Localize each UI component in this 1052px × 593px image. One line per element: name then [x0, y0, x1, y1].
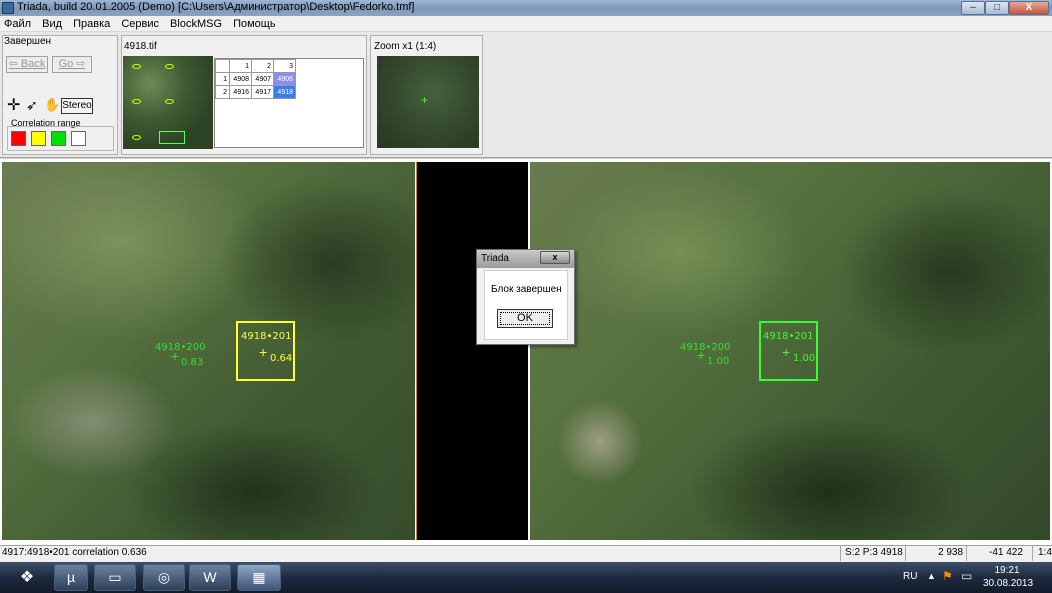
status-scale: 1:4 [1038, 547, 1052, 558]
triada-taskbar-icon[interactable]: ▦ [237, 564, 281, 591]
image-grid-table: 1 2 3 1 4908 4907 4906 2 4916 4917 4918 [215, 59, 296, 99]
pointer-tool-icon[interactable]: ➶ [26, 97, 38, 113]
status-divider [1032, 546, 1033, 561]
point-correlation: 1.00 [707, 356, 730, 367]
point-crosshair-icon[interactable]: + [697, 348, 705, 362]
point-crosshair-icon[interactable]: + [782, 345, 790, 359]
nav-panel-title: Завершен [4, 36, 52, 47]
close-window-button[interactable]: X [1009, 1, 1049, 15]
language-indicator[interactable]: RU [903, 571, 917, 582]
go-label: Go [58, 58, 74, 70]
marker-ring-icon [132, 64, 141, 69]
left-stereo-image[interactable] [2, 162, 415, 540]
clock-date[interactable]: 30.08.2013 [983, 578, 1033, 589]
ok-button[interactable]: OK [497, 309, 553, 328]
menu-service[interactable]: Сервис [117, 16, 163, 30]
status-y-coordinate: -41 422 [989, 547, 1023, 558]
menu-edit[interactable]: Правка [69, 16, 114, 30]
point-correlation: 0.64 [270, 353, 293, 364]
stereo-button[interactable]: Stereo [61, 98, 93, 114]
action-center-flag-icon[interactable]: ⚑ [942, 569, 953, 583]
grid-header-cell: 1 [229, 59, 252, 73]
marker-ring-icon [165, 64, 174, 69]
swatch-green[interactable] [51, 131, 66, 146]
dialog-close-button[interactable]: x [540, 251, 570, 264]
start-button[interactable]: ❖ [4, 564, 50, 592]
maximize-button[interactable]: □ [985, 1, 1009, 15]
grid-cell[interactable]: 4917 [251, 85, 274, 99]
point-label: 4918•201 [763, 331, 814, 342]
point-crosshair-icon[interactable]: + [259, 345, 267, 359]
menu-help[interactable]: Помощь [229, 16, 280, 30]
hand-tool-icon[interactable]: ✋ [44, 97, 60, 113]
thumbnail-title: 4918.tif [124, 41, 157, 52]
menu-view[interactable]: Вид [38, 16, 66, 30]
grid-cell[interactable]: 4916 [229, 85, 252, 99]
status-x-coordinate: 2 938 [938, 547, 964, 558]
image-gap [416, 162, 528, 540]
marker-ring-icon [132, 99, 141, 104]
crosshair-tool-icon[interactable]: ✛ [7, 98, 20, 114]
back-button[interactable]: ⇦ Back [6, 56, 48, 73]
disc-app-taskbar-icon[interactable]: ◎ [143, 564, 185, 591]
status-divider [905, 546, 906, 561]
divider-line [416, 162, 417, 540]
minimize-button[interactable]: – [961, 1, 985, 15]
grid-row-number: 1 [215, 72, 230, 86]
dialog-body [484, 270, 568, 340]
network-icon[interactable]: ▭ [961, 569, 972, 583]
windows-logo-icon: ❖ [19, 569, 35, 586]
grid-header-cell: 2 [251, 59, 274, 73]
grid-cell-active[interactable]: 4918 [273, 85, 296, 99]
dialog-message: Блок завершен [491, 284, 562, 295]
utorrent-taskbar-icon[interactable]: µ [54, 564, 88, 591]
swatch-red[interactable] [11, 131, 26, 146]
go-button[interactable]: Go ⇨ [52, 56, 92, 73]
table-header-row: 1 2 3 [215, 59, 296, 73]
status-divider [966, 546, 967, 561]
word-taskbar-icon[interactable]: W [189, 564, 231, 591]
status-stereo-pair: S:2 P:3 4918 [845, 547, 903, 558]
grid-row-number: 2 [215, 85, 230, 99]
explorer-taskbar-icon[interactable]: ▭ [94, 564, 136, 591]
window-title: Triada, build 20.01.2005 (Demo) [C:\User… [17, 1, 415, 13]
zoom-title: Zoom x1 (1:4) [374, 41, 437, 52]
app-icon [2, 2, 14, 14]
grid-cell[interactable]: 4907 [251, 72, 274, 86]
overview-selection[interactable] [159, 131, 185, 144]
point-crosshair-icon[interactable]: + [171, 349, 179, 363]
menu-bar: Файл Вид Правка Сервис BlockMSG Помощь [0, 16, 1052, 32]
marker-ring-icon [132, 135, 141, 140]
grid-cell[interactable]: 4908 [229, 72, 252, 86]
grid-header-cell [215, 59, 230, 73]
point-correlation: 1.00 [793, 353, 816, 364]
back-label: Back [20, 58, 46, 70]
point-label: 4918•200 [680, 342, 731, 353]
swatch-yellow[interactable] [31, 131, 46, 146]
marker-ring-icon [165, 99, 174, 104]
table-row: 1 4908 4907 4906 [215, 72, 296, 86]
tray-expand-icon[interactable]: ▲ [927, 571, 936, 581]
menu-blockmsg[interactable]: BlockMSG [166, 16, 226, 30]
point-label: 4918•201 [241, 331, 292, 342]
status-message: 4917:4918•201 correlation 0.636 [2, 547, 147, 558]
status-divider [840, 546, 841, 561]
dialog-title: Triada [481, 253, 509, 264]
point-correlation: 0.83 [181, 357, 204, 368]
menu-file[interactable]: Файл [0, 16, 35, 30]
clock-time[interactable]: 19:21 [987, 565, 1027, 576]
grid-cell-selected[interactable]: 4906 [273, 72, 296, 86]
grid-header-cell: 3 [273, 59, 296, 73]
point-label: 4918•200 [155, 342, 206, 353]
swatch-white[interactable] [71, 131, 86, 146]
table-row: 2 4916 4917 4918 [215, 85, 296, 99]
zoom-crosshair-icon: + [421, 93, 429, 107]
